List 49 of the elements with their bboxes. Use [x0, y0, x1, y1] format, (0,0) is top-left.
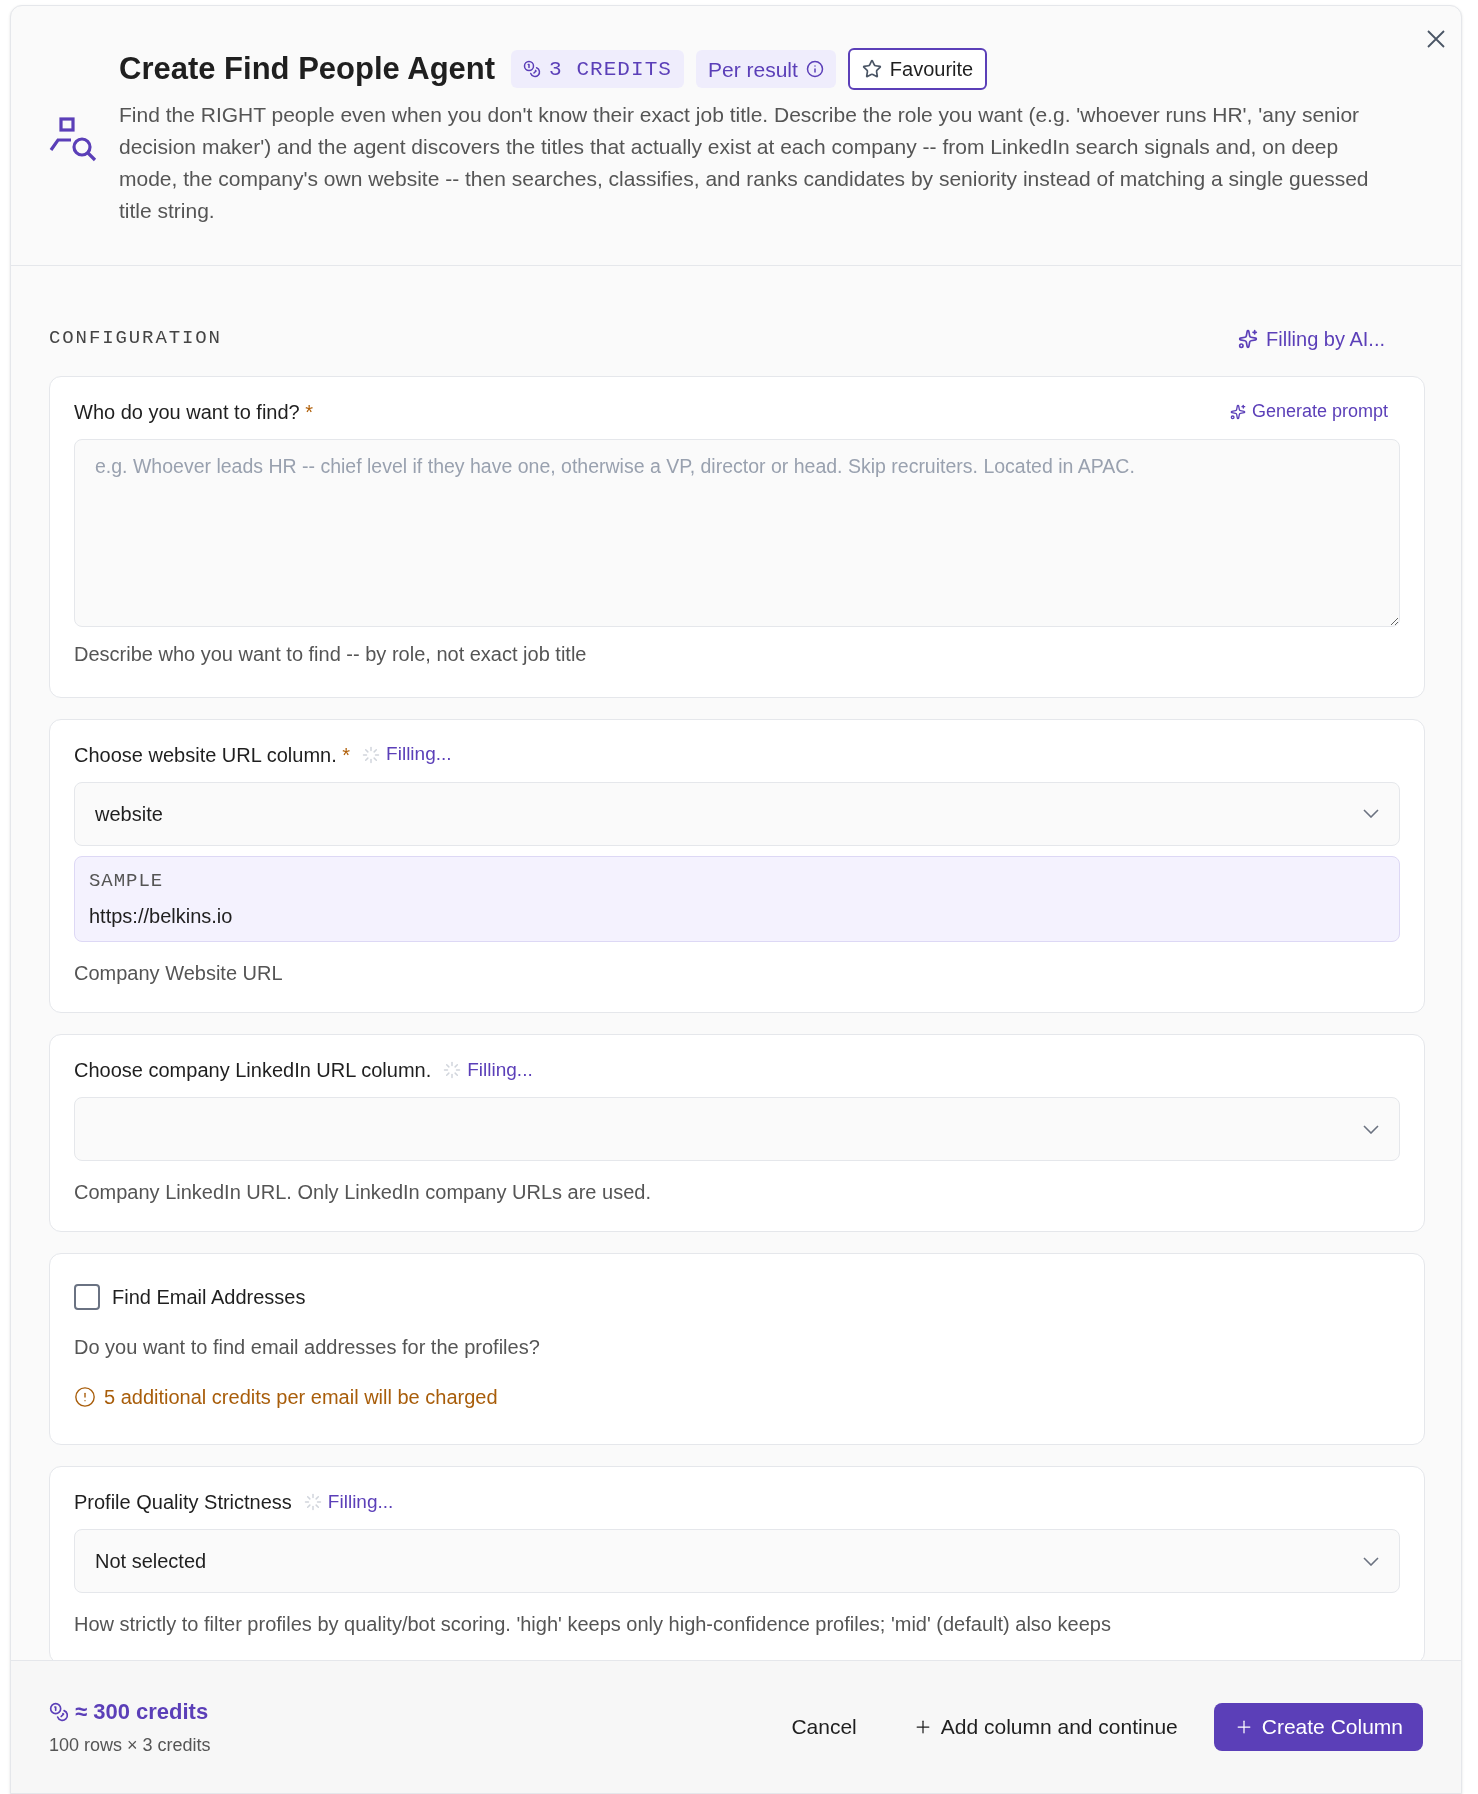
star-icon	[861, 59, 882, 80]
help-text: Do you want to find email addresses for the profiles?	[74, 1335, 541, 1360]
info-icon	[805, 60, 824, 79]
field-label: Choose website URL column. *	[74, 742, 351, 768]
help-text: How strictly to filter profiles by quality/bot scoring. 'high' keeps only high-confidence profiles; 'mid' (default) also keeps	[74, 1612, 1112, 1637]
spinner-icon	[443, 1061, 462, 1079]
help-text: Company LinkedIn URL. Only LinkedIn company URLs are used.	[74, 1180, 652, 1205]
sparkle-icon	[1238, 328, 1259, 349]
checkbox[interactable]	[74, 1284, 100, 1310]
add-column-button[interactable]: Add column and continue	[892, 1704, 1198, 1750]
people-search-icon	[49, 116, 99, 162]
chevron-icon	[1363, 1124, 1379, 1134]
warning-icon	[74, 1386, 96, 1408]
help-text: Describe who you want to find -- by role, not exact job title	[74, 641, 588, 667]
field-label: Choose company LinkedIn URL column.	[74, 1058, 432, 1083]
cancel-button[interactable]: Cancel	[771, 1704, 877, 1750]
filling-status: Filling...	[327, 1489, 394, 1514]
credit-estimate: ≈ 300 credits	[75, 1698, 209, 1726]
coins-icon	[523, 60, 542, 79]
field-label: Profile Quality Strictness	[74, 1490, 292, 1515]
sample-value: https://belkins.io	[89, 904, 234, 929]
per-result-badge: Per result	[695, 50, 836, 89]
close-button[interactable]	[1427, 30, 1445, 48]
checkbox-label: Find Email Addresses	[112, 1285, 306, 1310]
create-column-button[interactable]: Create Column	[1213, 1703, 1423, 1751]
spinner-icon	[362, 745, 381, 764]
warning-text: 5 additional credits per email will be charged	[104, 1385, 498, 1410]
ai-filling-status: Filling by AI...	[1266, 326, 1385, 352]
coins-icon	[49, 1701, 69, 1722]
sample-label: SAMPLE	[89, 868, 165, 894]
dialog-description: Find the RIGHT people even when you don't know their exact job title. Describe the role you want (e.g. 'whoever runs HR', 'any senior decision maker') and the agent discovers the titles that actually exist at each company -- from LinkedIn search signals and, on deep mode, the company's own website -- then searches, classifies, and ranks candidates by seniority instead of matching a single guessed title string.	[119, 101, 1370, 224]
spinner-icon	[303, 1493, 322, 1511]
filling-status: Filling...	[467, 1057, 533, 1082]
field-label: Who do you want to find? *	[74, 399, 314, 425]
credits-badge: 3 CREDITS	[511, 50, 684, 89]
section-heading: CONFIGURATION	[49, 326, 222, 352]
generate-prompt-button[interactable]: Generate prompt	[1229, 398, 1388, 425]
chevron-icon	[1363, 1556, 1379, 1566]
filling-status: Filling...	[386, 742, 452, 767]
credit-breakdown: 100 rows × 3 credits	[49, 1734, 211, 1757]
select-dropdown[interactable]: website	[74, 781, 1400, 846]
chevron-icon	[1363, 809, 1379, 818]
favourite-button[interactable]: Favourite	[847, 48, 988, 91]
dialog-title: Create Find People Agent	[119, 50, 496, 88]
close-icon	[1427, 30, 1445, 48]
sparkle-icon	[1229, 403, 1246, 420]
help-text: Company Website URL	[74, 961, 284, 986]
prompt-textarea[interactable]: e.g. Whoever leads HR -- chief level if they have one, otherwise a VP, director or head. Skip recruiters. Located in APAC.	[74, 438, 1400, 627]
select-dropdown[interactable]: Not selected	[74, 1529, 1400, 1593]
